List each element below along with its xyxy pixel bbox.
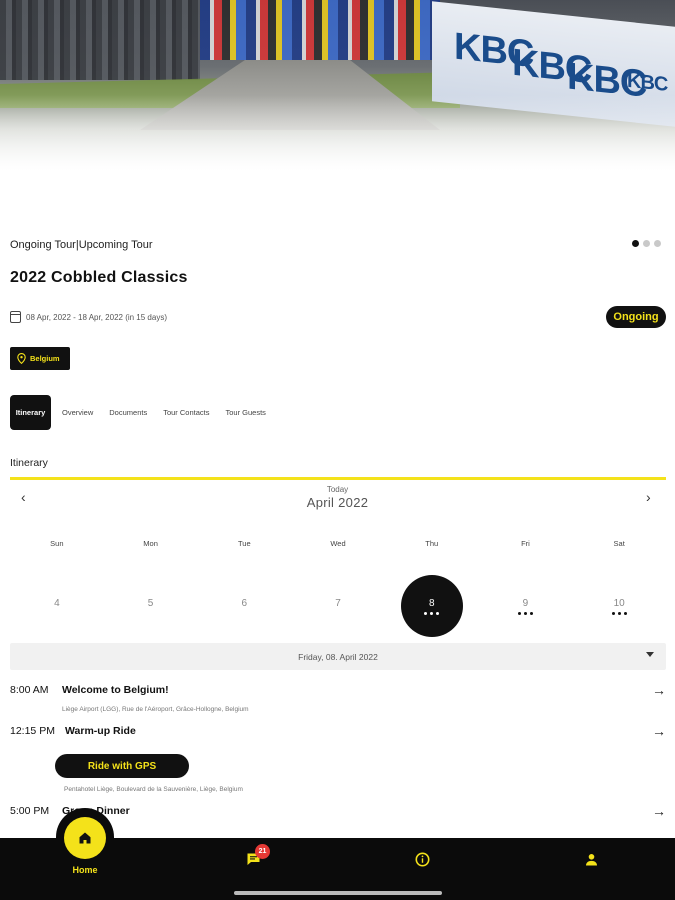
- event-dots: [424, 611, 440, 615]
- tab-tour-contacts[interactable]: Tour Contacts: [163, 408, 209, 417]
- event-address: Pentahotel Liège, Boulevard de la Sauven…: [64, 786, 243, 793]
- selected-date-dropdown[interactable]: Friday, 08. April 2022: [10, 643, 666, 670]
- ride-with-gps-button[interactable]: Ride with GPS: [55, 754, 189, 778]
- day-number: 4: [54, 597, 60, 609]
- day-number: 10: [613, 597, 625, 609]
- event-dot: [430, 611, 434, 615]
- tab-itinerary[interactable]: Itinerary: [10, 395, 51, 430]
- event-time: 8:00 AM: [10, 684, 49, 696]
- event-row[interactable]: 12:15 PM Warm-up Ride →: [10, 723, 666, 755]
- carousel-dots[interactable]: [632, 240, 661, 247]
- calendar-day[interactable]: 10: [572, 575, 666, 637]
- selected-date-text: Friday, 08. April 2022: [298, 651, 378, 662]
- today-button[interactable]: Today: [0, 485, 675, 494]
- tour-kind-label: Ongoing Tour|Upcoming Tour: [10, 239, 153, 251]
- month-label: April 2022: [306, 495, 369, 510]
- tour-dates: 08 Apr, 2022 - 18 Apr, 2022 (in 15 days): [10, 311, 167, 323]
- event-dot: [517, 611, 521, 615]
- carousel-dot[interactable]: [654, 240, 661, 247]
- weekday-label: Tue: [237, 539, 251, 548]
- event-name: Welcome to Belgium!: [62, 684, 169, 696]
- calendar-day[interactable]: 5: [104, 575, 198, 637]
- calendar-day[interactable]: 6: [197, 575, 291, 637]
- event-dots: [517, 611, 533, 615]
- hero-image: KBC KBC KBC KBC: [0, 0, 675, 190]
- home-indicator: [234, 891, 442, 895]
- arrow-right-icon[interactable]: →: [652, 805, 666, 817]
- tour-dates-text: 08 Apr, 2022 - 18 Apr, 2022 (in 15 days): [26, 312, 167, 322]
- event-dot: [523, 611, 527, 615]
- event-name: Warm-up Ride: [65, 725, 136, 737]
- status-badge: Ongoing: [606, 306, 666, 328]
- hero-fade: [0, 95, 675, 190]
- weekday-label: Sat: [613, 539, 625, 548]
- event-dot: [424, 611, 428, 615]
- day-number: 9: [522, 597, 529, 609]
- tab-tour-guests[interactable]: Tour Guests: [225, 408, 265, 417]
- week-days: 4 5 6 7 8 9 10: [10, 575, 666, 637]
- location-pin-icon: [17, 353, 26, 364]
- tour-tabs: Itinerary Overview Documents Tour Contac…: [10, 395, 282, 430]
- tab-overview[interactable]: Overview: [62, 408, 93, 417]
- weekday-label: Thu: [425, 539, 439, 548]
- event-dot: [611, 611, 615, 615]
- section-title: Itinerary: [10, 457, 48, 469]
- home-tab-label[interactable]: Home: [64, 865, 106, 875]
- peloton: [200, 0, 440, 60]
- section-divider: [10, 477, 666, 480]
- event-dot: [529, 611, 533, 615]
- location-label: Belgium: [30, 354, 60, 363]
- info-icon[interactable]: [414, 851, 430, 867]
- event-time: 12:15 PM: [10, 725, 55, 737]
- calendar-day-selected[interactable]: 8: [385, 575, 479, 637]
- day-number: 6: [241, 597, 248, 609]
- carousel-dot-active[interactable]: [632, 240, 639, 247]
- calendar-icon: [10, 311, 21, 323]
- tour-title: 2022 Cobbled Classics: [10, 269, 188, 286]
- tab-documents[interactable]: Documents: [109, 408, 147, 417]
- calendar-day[interactable]: 9: [479, 575, 573, 637]
- event-dot: [617, 611, 621, 615]
- calendar-day[interactable]: 4: [10, 575, 104, 637]
- arrow-right-icon[interactable]: →: [652, 723, 666, 739]
- event-dots: [611, 611, 627, 615]
- event-dot: [436, 611, 440, 615]
- event-row[interactable]: 8:00 AM Welcome to Belgium! Liège Airpor…: [10, 682, 666, 714]
- weekday-label: Wed: [330, 539, 346, 548]
- weekday-header: Sun Mon Tue Wed Thu Fri Sat: [10, 539, 666, 548]
- arrow-right-icon[interactable]: →: [652, 682, 666, 698]
- messages-badge: 21: [255, 844, 270, 859]
- caret-down-icon: [646, 652, 654, 657]
- weekday-label: Fri: [521, 539, 530, 548]
- crowd-left: [0, 0, 200, 80]
- event-dot: [623, 611, 627, 615]
- profile-icon[interactable]: [583, 851, 599, 867]
- weekday-label: Sun: [50, 539, 64, 548]
- carousel-dot[interactable]: [643, 240, 650, 247]
- day-number: 8: [428, 597, 435, 609]
- day-number: 7: [335, 597, 341, 609]
- home-icon[interactable]: [64, 817, 106, 859]
- location-chip[interactable]: Belgium: [10, 347, 70, 370]
- event-row[interactable]: 5:00 PM Group Dinner →: [10, 805, 666, 817]
- banner-text: KBC: [627, 69, 668, 96]
- day-number: 5: [147, 597, 154, 609]
- event-address: Liège Airport (LGG), Rue de l'Aéroport, …: [62, 706, 249, 713]
- event-time: 5:00 PM: [10, 805, 50, 817]
- calendar-day[interactable]: 7: [291, 575, 385, 637]
- weekday-label: Mon: [143, 539, 158, 548]
